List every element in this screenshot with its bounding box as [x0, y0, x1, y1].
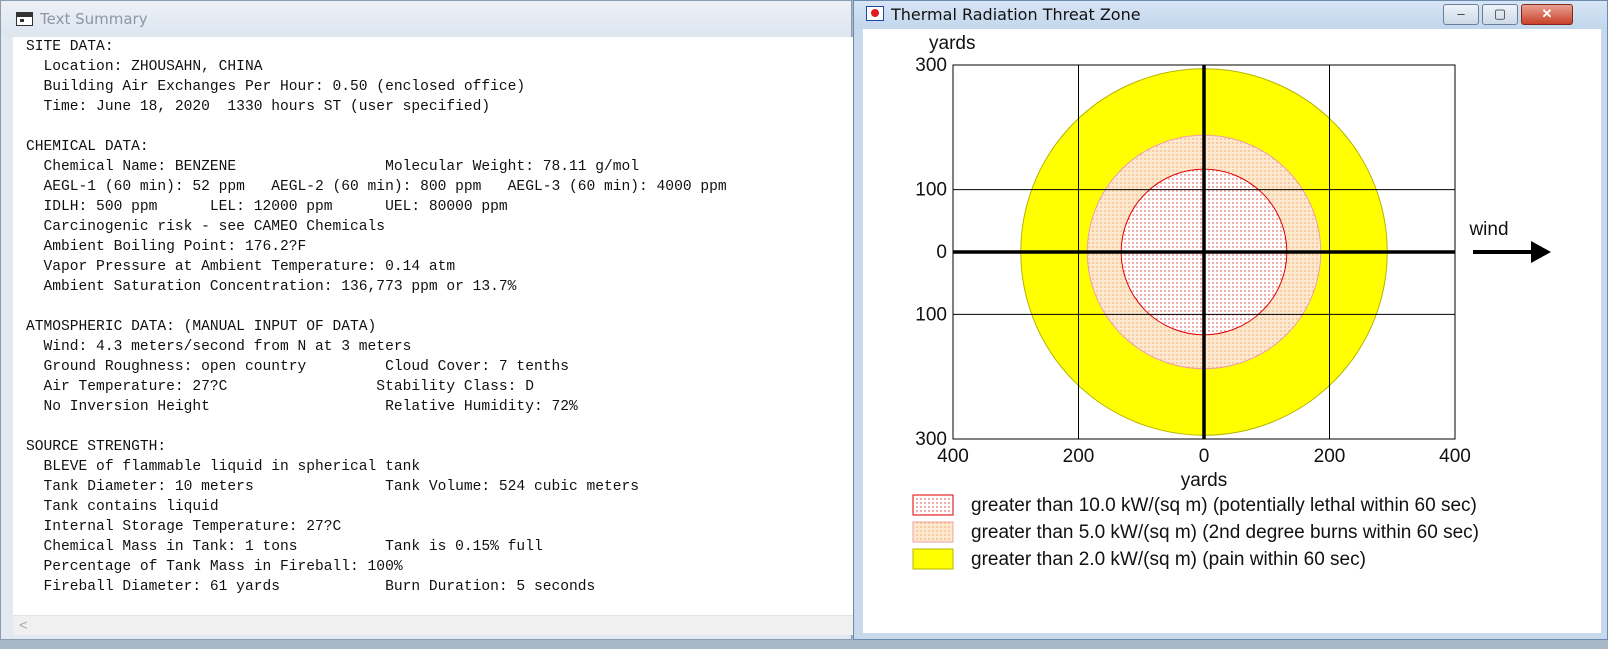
window-title: Text Summary [40, 10, 148, 28]
text-summary-titlebar[interactable]: Text Summary [1, 1, 851, 37]
y-tick-label: 0 [936, 242, 947, 263]
legend-swatch [912, 494, 954, 516]
y-axis-label: yards [929, 33, 975, 54]
x-axis-label: yards [1181, 470, 1227, 491]
scroll-left-arrow-icon[interactable]: < [19, 617, 28, 634]
y-tick-label: 300 [915, 429, 947, 450]
text-summary-window: Text Summary SITE DATA: Location: ZHOUSA… [0, 0, 853, 640]
wind-label: wind [1468, 219, 1508, 240]
threat-zone-window: Thermal Radiation Threat Zone – ▢ ✕ 400 … [853, 0, 1608, 640]
y-tick-label: 100 [915, 180, 947, 201]
legend-label: greater than 10.0 kW/(sq m) (potentially… [971, 495, 1477, 516]
threat-zone-titlebar[interactable]: Thermal Radiation Threat Zone – ▢ ✕ [854, 1, 1607, 29]
window-icon [16, 12, 33, 26]
threat-zone-chart: 400 200 0 200 4003001000100300yardsyardswind… [912, 33, 1551, 570]
x-tick-label: 0 [1199, 446, 1210, 467]
maximize-button[interactable]: ▢ [1482, 4, 1518, 25]
horizontal-scrollbar[interactable]: < [13, 615, 853, 635]
threat-zone-plot-area: 400 200 0 200 400 300 100 0 100 300 yards yards wind… [863, 29, 1601, 633]
minimize-button[interactable]: – [1443, 4, 1479, 25]
threat-zone-app-icon [866, 6, 884, 21]
x-tick-label: 400 [1439, 446, 1471, 467]
legend-swatch [912, 548, 954, 570]
text-summary-pane[interactable]: SITE DATA: Location: ZHOUSAHN, CHINA Bui… [13, 37, 853, 615]
close-button[interactable]: ✕ [1521, 4, 1573, 25]
legend-swatch [912, 521, 954, 543]
y-tick-label: 300 [915, 55, 947, 76]
legend-label: greater than 5.0 kW/(sq m) (2nd degree b… [971, 522, 1479, 543]
x-tick-label: 200 [1314, 446, 1346, 467]
window-title: Thermal Radiation Threat Zone [891, 5, 1141, 24]
summary-text: SITE DATA: Location: ZHOUSAHN, CHINA Bui… [26, 39, 727, 595]
x-tick-label: 200 [1063, 446, 1095, 467]
legend-label: greater than 2.0 kW/(sq m) (pain within … [971, 549, 1366, 570]
wind-arrow-icon [1531, 241, 1551, 263]
y-tick-label: 100 [915, 304, 947, 325]
